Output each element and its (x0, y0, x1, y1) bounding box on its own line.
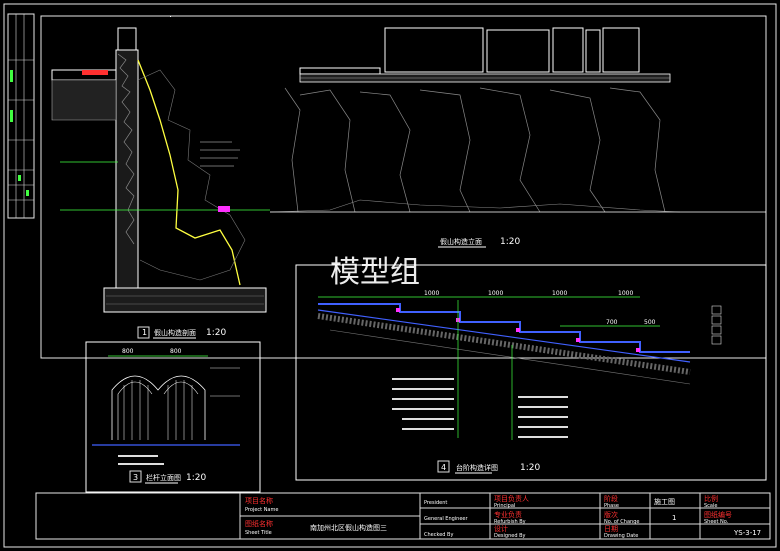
railing-dim-1: 800 (122, 348, 134, 355)
rockery-elevation-scale: 1:20 (500, 237, 520, 247)
detail3-number: 3 (133, 473, 138, 482)
phase-en: Phase (604, 503, 619, 509)
step-dim-4: 1000 (618, 290, 633, 297)
step-dim-6: 500 (644, 319, 656, 326)
phase-cn: 阶段 (604, 494, 618, 503)
general-engineer-label: General Engineer (424, 516, 469, 522)
principal-cn: 项目负责人 (494, 494, 529, 503)
cad-drawing-sheet: 1 假山构造剖面 1:20 假山构造立面 1:20 800 800 3 栏杆立面… (3, 3, 777, 548)
detail4-number: 4 (441, 463, 446, 472)
detail1-number: 1 (142, 328, 147, 337)
railing-dim-2: 800 (170, 348, 182, 355)
step-dim-5: 700 (606, 319, 618, 326)
project-label-cn: 项目名称 (245, 496, 273, 505)
scale-cn: 比例 (704, 494, 718, 503)
scale-en: Scale (704, 503, 717, 509)
sheet-no-en: Sheet No. (704, 519, 729, 525)
designed-en: Designed By (494, 533, 526, 539)
change-value: 1 (672, 514, 676, 522)
sheet-no-cn: 图纸编号 (704, 510, 732, 519)
step-dim-2: 1000 (488, 290, 503, 297)
president-label: President (424, 500, 447, 506)
sheet-title-en: Sheet Title (245, 530, 272, 536)
change-cn: 版次 (604, 510, 618, 519)
detail3-title: 栏杆立面图 (146, 473, 181, 482)
sheet-title-cn: 图纸名称 (245, 519, 273, 528)
detail4-steps: 1000 1000 1000 1000 700 500 4 台阶构造详图 1:2… (295, 264, 767, 481)
sheet-no-value: YS-3-17 (733, 529, 761, 537)
rockery-elevation: 假山构造立面 1:20 (269, 27, 766, 248)
detail1-section: 1 假山构造剖面 1:20 (51, 16, 270, 339)
designed-cn: 设计 (494, 524, 508, 533)
detail3-scale: 1:20 (186, 473, 206, 483)
phase-value: 施工图 (654, 497, 675, 506)
date-cn: 日期 (604, 525, 618, 533)
refurbish-cn: 专业负责 (494, 510, 522, 519)
detail4-title: 台阶构造详图 (456, 463, 498, 472)
detail1-title: 假山构造剖面 (154, 328, 196, 337)
detail1-scale: 1:20 (206, 328, 226, 338)
step-dim-3: 1000 (552, 290, 567, 297)
project-label-en: Project Name (245, 507, 278, 513)
sheet-title-value: 南加州北区假山构造图三 (310, 523, 387, 532)
date-en: Drawing Date (604, 533, 638, 539)
principal-en: Principal (494, 503, 515, 509)
step-dim-1: 1000 (424, 290, 439, 297)
detail3-railing: 800 800 3 栏杆立面图 1:20 (85, 341, 261, 493)
title-block: 项目名称 Project Name 图纸名称 Sheet Title 南加州北区… (35, 492, 771, 540)
detail4-scale: 1:20 (520, 463, 540, 473)
watermark: 模型组 (330, 255, 420, 290)
rockery-elevation-title: 假山构造立面 (440, 237, 482, 246)
checked-by-label: Checked By (424, 532, 453, 538)
